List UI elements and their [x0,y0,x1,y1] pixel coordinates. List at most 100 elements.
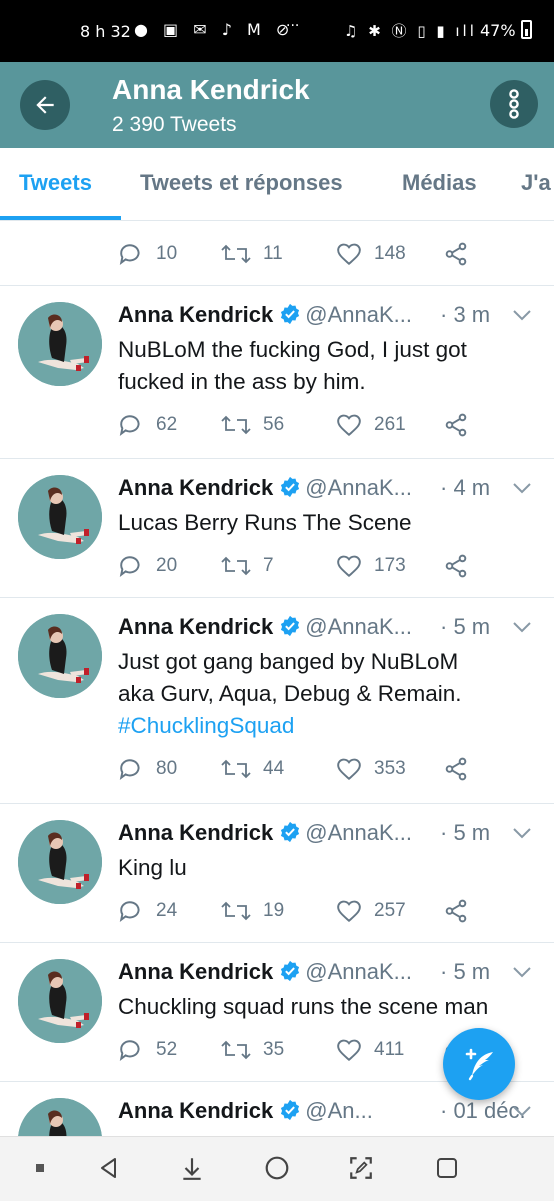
chevron-down-icon[interactable] [512,826,532,840]
share-icon [445,242,467,266]
reply-count: 24 [156,900,178,921]
verified-badge-icon [281,1099,300,1121]
author-name[interactable]: Anna Kendrick [118,302,273,327]
reply-button[interactable]: 20 [118,553,177,579]
compose-tweet-button[interactable] [443,1028,515,1100]
chevron-down-icon[interactable] [512,620,532,634]
reply-button[interactable]: 80 [118,756,177,782]
avatar[interactable] [18,475,102,559]
tweet-text-line: Lucas Berry Runs The Scene [118,510,412,535]
author-name[interactable]: Anna Kendrick [118,614,273,639]
tweet-feed[interactable]: 10 11 148 Anna Kendrick @AnnaK... · 3 m NuB… [0,221,554,1182]
back-button[interactable] [20,80,70,130]
retweet-button[interactable]: 11 [221,241,283,267]
author-handle[interactable]: @AnnaK... [305,614,412,639]
tab-likes[interactable]: J'a [521,170,551,196]
tweet-actions: 20 7 173 [118,553,538,583]
system-navigation-bar [0,1136,554,1201]
reply-button[interactable]: 52 [118,1037,177,1063]
tweet-text-line: Chuckling squad runs the scene man [118,994,489,1019]
tweet-text: Chuckling squad runs the scene man [118,991,536,1023]
nav-recents-button[interactable] [432,1153,462,1183]
author-name[interactable]: Anna Kendrick [118,820,273,845]
like-button[interactable]: 353 [336,756,406,782]
retweet-icon [221,556,251,576]
author-handle[interactable]: @An... [305,1098,373,1123]
retweet-count: 56 [263,414,285,435]
author-handle[interactable]: @AnnaK... [305,302,412,327]
reply-button[interactable]: 10 [118,241,177,267]
share-button[interactable] [443,241,481,267]
more-vertical-icon [509,89,519,119]
share-button[interactable] [443,412,481,438]
tweet-text: Just got gang banged by NuBLoM aka Gurv, … [118,646,536,742]
retweet-button[interactable]: 44 [221,756,284,782]
retweet-count: 11 [263,243,283,264]
chevron-down-icon[interactable] [512,481,532,495]
share-button[interactable] [443,553,481,579]
heart-icon [337,900,361,923]
like-button[interactable]: 173 [336,553,406,579]
circle-home-icon [265,1156,289,1180]
author-handle[interactable]: @AnnaK... [305,959,412,984]
like-button[interactable]: 261 [336,412,406,438]
like-count: 353 [374,758,406,779]
avatar[interactable] [18,959,102,1043]
verified-badge-icon [281,615,300,637]
reply-icon [119,556,140,577]
author-handle[interactable]: @AnnaK... [305,475,412,500]
tweet-item[interactable]: Anna Kendrick @AnnaK... · 5 m King lu 24 19 25… [0,804,554,943]
tweet-text: Lucas Berry Runs The Scene [118,507,536,539]
nav-screenshot-button[interactable] [346,1153,376,1183]
share-button[interactable] [443,898,481,924]
reply-count: 52 [156,1039,178,1060]
tab-tweets-replies[interactable]: Tweets et réponses [140,170,343,196]
tab-tweets[interactable]: Tweets [19,170,92,196]
nav-menu-button[interactable] [25,1153,55,1183]
like-button[interactable]: 411 [336,1037,404,1063]
nav-home-button[interactable] [262,1153,292,1183]
like-button[interactable]: 148 [336,241,406,267]
author-handle[interactable]: @AnnaK... [305,820,412,845]
author-name[interactable]: Anna Kendrick [118,475,273,500]
avatar-image [18,475,102,559]
overflow-menu-button[interactable] [490,80,538,128]
tweet-item[interactable]: Anna Kendrick @AnnaK... · 3 m NuBLoM the fu… [0,286,554,459]
reply-button[interactable]: 24 [118,898,177,924]
author-name[interactable]: Anna Kendrick [118,1098,273,1123]
retweet-button[interactable]: 7 [221,553,274,579]
system-icons: ♫ ✱ Ⓝ ▯ ▮ ıll [344,22,477,40]
tweet-actions: 24 19 257 [118,898,538,928]
retweet-button[interactable]: 19 [221,898,284,924]
retweet-count: 35 [263,1039,285,1060]
reply-button[interactable]: 62 [118,412,177,438]
avatar[interactable] [18,820,102,904]
tweet-time: · 5 m [440,959,491,984]
avatar-image [18,820,102,904]
retweet-count: 44 [263,758,285,779]
hashtag-link[interactable]: #ChucklingSquad [118,710,536,742]
avatar[interactable] [18,302,102,386]
tweet-actions: 80 44 353 [118,756,538,786]
chevron-down-icon[interactable] [512,1104,532,1118]
avatar[interactable] [18,614,102,698]
share-button[interactable] [443,756,481,782]
tweet-item[interactable]: Anna Kendrick @AnnaK... · 4 m Lucas Berry R… [0,459,554,598]
share-icon [445,899,467,923]
partial-tweet[interactable]: 10 11 148 [0,221,554,286]
tweet-text-line: fucked in the ass by him. [118,369,366,394]
tweet-item[interactable]: Anna Kendrick @AnnaK... · 5 m Just got gang… [0,598,554,804]
retweet-button[interactable]: 56 [221,412,284,438]
chevron-down-icon[interactable] [512,308,532,322]
nav-back-button[interactable] [94,1153,124,1183]
chevron-down-icon[interactable] [512,965,532,979]
tab-media[interactable]: Médias [402,170,477,196]
heart-icon [337,555,361,578]
like-button[interactable]: 257 [336,898,406,924]
active-tab-indicator [0,216,121,220]
verified-badge-icon [281,960,300,982]
nav-hide-keyboard-button[interactable] [177,1153,207,1183]
author-name[interactable]: Anna Kendrick [118,959,273,984]
heart-icon [337,243,361,266]
retweet-button[interactable]: 35 [221,1037,284,1063]
